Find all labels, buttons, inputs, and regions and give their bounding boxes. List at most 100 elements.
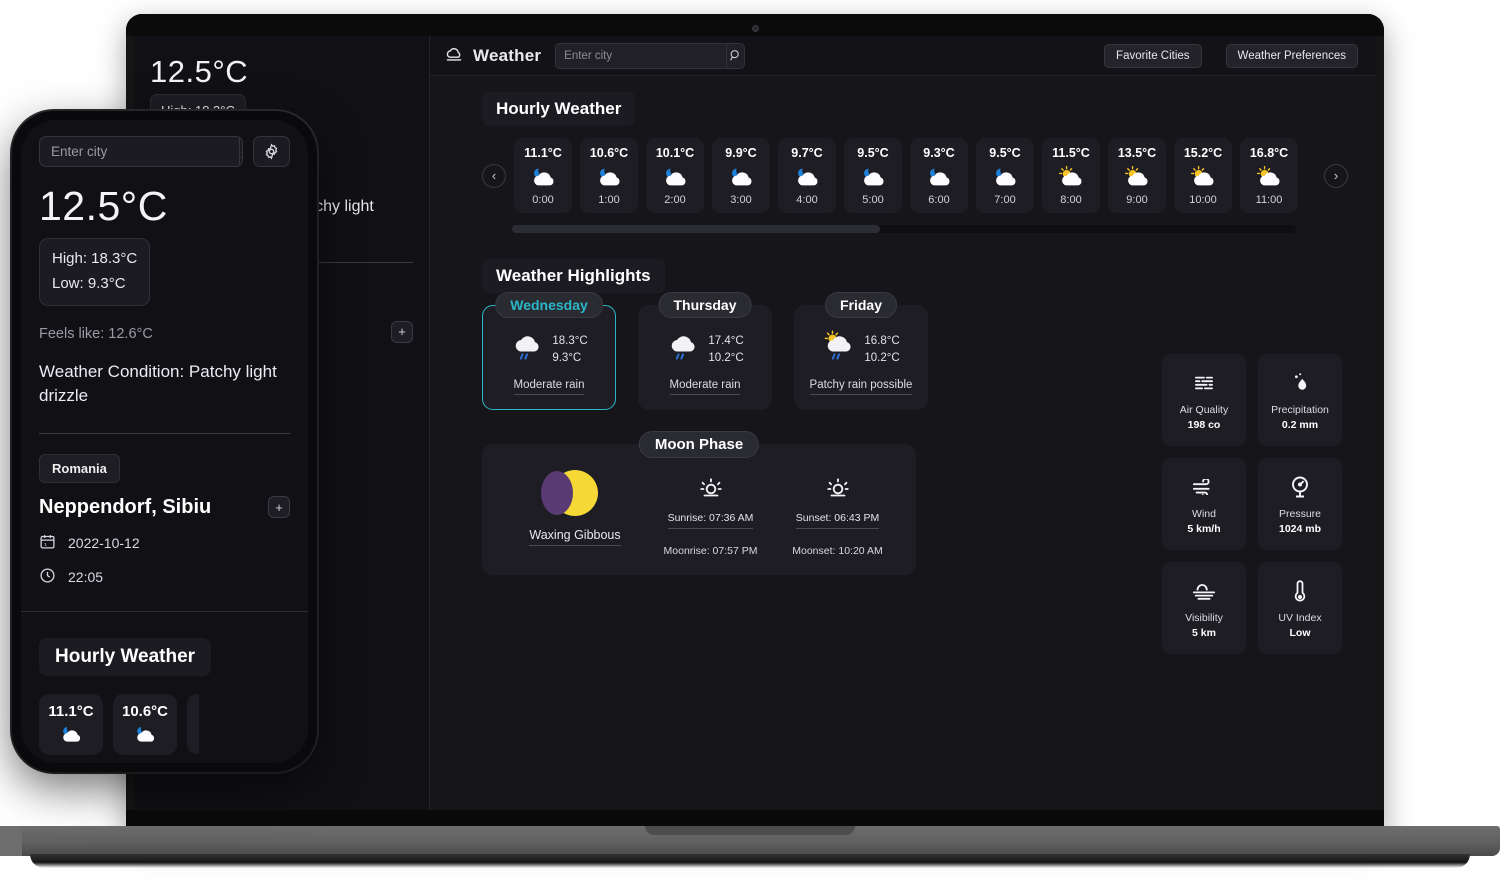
screenshot-stage: 12.5°C High: 18.3°C Low: 9.3°C Feels lik… xyxy=(0,0,1500,883)
metric-card[interactable]: UV Index Low xyxy=(1258,562,1342,654)
moonrise-time: Moonrise: 07:57 PM xyxy=(663,545,758,557)
forecast-day-name: Thursday xyxy=(658,292,752,318)
forecast-day-body: 16.8°C 10.2°C xyxy=(805,330,917,369)
clock-icon xyxy=(39,567,56,587)
sidebar-add-city-button[interactable]: + xyxy=(391,320,413,343)
phone-add-city-button[interactable]: + xyxy=(268,496,290,519)
metric-card[interactable]: Precipitation 0.2 mm xyxy=(1258,354,1342,446)
phone-search-button[interactable] xyxy=(239,137,242,166)
sunrise-column: Sunrise: 07:36 AM Moonrise: 07:57 PM xyxy=(650,474,771,557)
metric-card[interactable]: Air Quality 198 co xyxy=(1162,354,1246,446)
phone-hour-temperature: 10.6°C xyxy=(121,702,169,720)
metric-label: Precipitation xyxy=(1271,404,1329,416)
weather-highlights-title: Weather Highlights xyxy=(482,259,665,293)
phone-hour-temperature: 11.1°C xyxy=(48,702,94,720)
phone-condition: Weather Condition: Patchy light drizzle xyxy=(39,361,277,406)
city-search[interactable] xyxy=(555,42,746,69)
phone-hour-card[interactable]: 10.6°C xyxy=(113,693,177,755)
hour-card[interactable]: 11.1°C 0:00 xyxy=(514,138,572,213)
hour-temperature: 10.6°C xyxy=(589,146,629,160)
metric-card[interactable]: Wind 5 km/h xyxy=(1162,458,1246,550)
hour-temperature: 11.5°C xyxy=(1052,146,1090,160)
hour-temperature: 9.5°C xyxy=(857,146,889,160)
rain-cloud-icon xyxy=(666,330,700,369)
forecast-day-body: 18.3°C 9.3°C xyxy=(493,330,605,369)
forecast-day-temps: 18.3°C 9.3°C xyxy=(552,333,587,366)
metric-value: 1024 mb xyxy=(1278,523,1322,535)
hour-temperature: 9.9°C xyxy=(725,146,757,160)
phone-search-input[interactable] xyxy=(40,144,239,159)
forecast-day-name: Friday xyxy=(824,292,898,318)
hour-card[interactable]: 9.7°C 4:00 xyxy=(778,138,836,213)
moon-cloud-icon xyxy=(914,160,964,194)
app-content: Hourly Weather ‹ 11.1°C 0:00 10.6°C 1:00 1… xyxy=(430,76,1376,810)
hour-card[interactable]: 9.9°C 3:00 xyxy=(712,138,770,213)
moon-cloud-icon xyxy=(848,160,898,194)
forecast-day-card[interactable]: Friday 16.8°C 10.2°C Patchy rain possibl… xyxy=(794,292,928,410)
phone-section-separator xyxy=(21,610,308,612)
phone-feels-like: Feels like: 12.6°C xyxy=(39,325,153,342)
metric-value: 0.2 mm xyxy=(1281,419,1319,431)
hour-card[interactable]: 9.5°C 5:00 xyxy=(844,138,902,213)
phone-hour-card[interactable]: 11.1°C xyxy=(39,693,103,755)
hourly-next-button[interactable]: › xyxy=(1324,163,1348,188)
waxing-gibbous-icon xyxy=(541,470,598,516)
moon-cloud-icon xyxy=(43,724,99,746)
gear-icon[interactable] xyxy=(253,136,290,167)
metric-card[interactable]: Pressure 1024 mb xyxy=(1258,458,1342,550)
phone-city-search[interactable] xyxy=(39,136,243,167)
phone-search-row xyxy=(39,136,290,167)
hourly-scrollbar[interactable] xyxy=(512,225,1296,233)
metric-grid: Air Quality 198 co Precipitation 0.2 mm … xyxy=(1162,354,1342,654)
laptop-base-notch xyxy=(645,826,855,835)
phone-hourly-strip[interactable]: 11.1°C 10.6°C xyxy=(39,693,290,755)
laptop-screen: 12.5°C High: 18.3°C Low: 9.3°C Feels lik… xyxy=(134,36,1376,810)
hour-card[interactable]: 9.3°C 6:00 xyxy=(910,138,968,213)
forecast-day-low: 9.3°C xyxy=(552,351,582,364)
hour-temperature: 9.3°C xyxy=(923,146,955,160)
hour-card[interactable]: 10.1°C 2:00 xyxy=(646,138,704,213)
forecast-day-high: 16.8°C xyxy=(864,334,900,347)
search-button[interactable] xyxy=(726,43,744,68)
forecast-day-low: 10.2°C xyxy=(864,351,900,364)
hourly-prev-button[interactable]: ‹ xyxy=(482,163,506,188)
moon-phase-title: Moon Phase xyxy=(638,431,760,458)
phone-date: 2022-10-12 xyxy=(68,534,140,551)
hourly-weather-row: ‹ 11.1°C 0:00 10.6°C 1:00 10.1°C 2:00 9.9°C… xyxy=(482,138,1348,213)
hour-time: 3:00 xyxy=(730,194,752,206)
hour-time: 6:00 xyxy=(928,194,950,206)
hourly-scrollbar-thumb[interactable] xyxy=(512,225,881,233)
phone-time: 22:05 xyxy=(68,568,104,585)
hour-card[interactable]: 15.2°C 10:00 xyxy=(1174,138,1232,213)
hour-time: 11:00 xyxy=(1255,194,1283,206)
weather-preferences-button[interactable]: Weather Preferences xyxy=(1225,43,1358,68)
metric-label: UV Index xyxy=(1278,612,1322,624)
sunrise-icon xyxy=(650,474,771,504)
weather-app: 12.5°C High: 18.3°C Low: 9.3°C Feels lik… xyxy=(134,36,1376,810)
hour-card[interactable]: 11.5°C 8:00 xyxy=(1042,138,1100,213)
forecast-day-card[interactable]: Wednesday 18.3°C 9.3°C Moderate rain xyxy=(482,292,616,410)
sunrise-time: Sunrise: 07:36 AM xyxy=(667,512,754,529)
hourly-strip[interactable]: 11.1°C 0:00 10.6°C 1:00 10.1°C 2:00 9.9°C 3… xyxy=(514,138,1316,213)
hour-card[interactable]: 16.8°C 11:00 xyxy=(1240,138,1298,213)
forecast-day-condition: Moderate rain xyxy=(513,379,585,395)
hour-card[interactable]: 10.6°C 1:00 xyxy=(580,138,638,213)
hour-time: 8:00 xyxy=(1060,194,1082,206)
search-input[interactable] xyxy=(556,49,727,62)
phone-high: High: 18.3°C xyxy=(52,250,138,267)
metric-label: Visibility xyxy=(1185,612,1223,624)
phone-content: 12.5°C High: 18.3°C Low: 9.3°C Feels lik… xyxy=(21,120,308,755)
metric-card[interactable]: Visibility 5 km xyxy=(1162,562,1246,654)
hour-card[interactable]: 13.5°C 9:00 xyxy=(1108,138,1166,213)
metric-label: Pressure xyxy=(1278,508,1321,520)
svg-text:1: 1 xyxy=(44,542,47,548)
webcam-icon xyxy=(751,25,759,32)
hour-card[interactable]: 9.5°C 7:00 xyxy=(976,138,1034,213)
thermometer-icon xyxy=(1293,577,1307,605)
forecast-day-card[interactable]: Thursday 17.4°C 10.2°C Moderate rain xyxy=(638,292,772,410)
forecast-day-temps: 16.8°C 10.2°C xyxy=(864,333,899,366)
phone-hour-card-partial[interactable] xyxy=(187,693,199,754)
gauge-icon xyxy=(1289,473,1311,501)
favorite-cities-button[interactable]: Favorite Cities xyxy=(1104,43,1202,68)
moonset-time: Moonset: 10:20 AM xyxy=(792,545,883,557)
